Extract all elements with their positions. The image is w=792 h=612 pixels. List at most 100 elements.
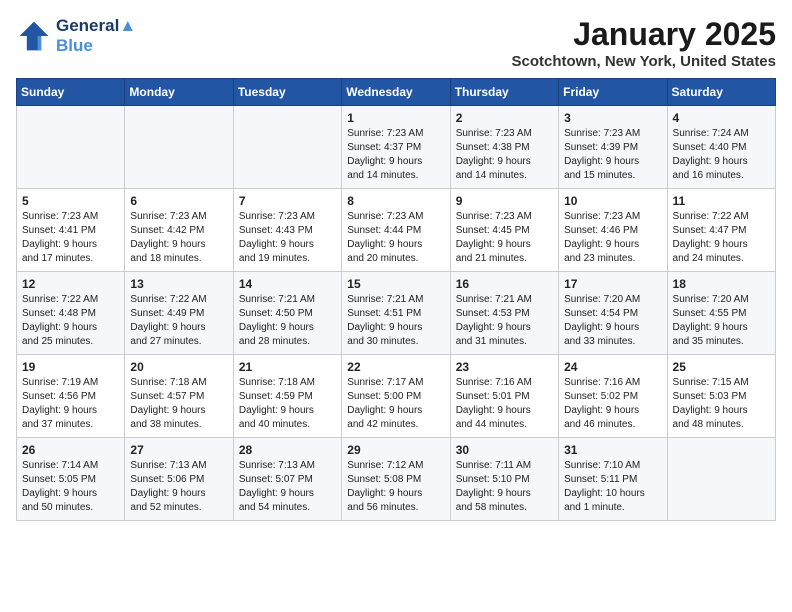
calendar-cell: 26Sunrise: 7:14 AM Sunset: 5:05 PM Dayli…	[17, 438, 125, 521]
calendar-cell: 24 Sunrise: 7:16 AM Sunset: 5:02 PM Dayli…	[559, 355, 667, 438]
day-number: 6	[130, 194, 227, 208]
calendar-cell	[125, 106, 233, 189]
week-row-1: 1 Sunrise: 7:23 AM Sunset: 4:37 PM Daylig…	[17, 106, 776, 189]
calendar-cell: 23Sunrise: 7:16 AM Sunset: 5:01 PM Dayli…	[450, 355, 558, 438]
day-number: 1	[347, 111, 444, 125]
day-info: Sunrise: 7:23 AM Sunset: 4:39 PM Dayligh…	[564, 127, 661, 183]
day-header-sunday: Sunday	[17, 79, 125, 106]
calendar-cell: 9 Sunrise: 7:23 AM Sunset: 4:45 PM Daylig…	[450, 189, 558, 272]
day-info: Sunrise: 7:17 AM Sunset: 5:00 PM Dayligh…	[347, 376, 444, 432]
day-info: Sunrise: 7:20 AM Sunset: 4:55 PM Dayligh…	[673, 293, 770, 349]
day-number: 30	[456, 443, 553, 457]
page-header: General▲ Blue January 2025 Scotchtown, N…	[16, 16, 776, 70]
calendar-cell: 28Sunrise: 7:13 AM Sunset: 5:07 PM Dayli…	[233, 438, 341, 521]
calendar-cell: 5 Sunrise: 7:23 AM Sunset: 4:41 PM Daylig…	[17, 189, 125, 272]
calendar-cell: 25Sunrise: 7:15 AM Sunset: 5:03 PM Dayli…	[667, 355, 775, 438]
calendar-cell: 29 Sunrise: 7:12 AM Sunset: 5:08 PM Dayli…	[342, 438, 450, 521]
day-info: Sunrise: 7:16 AM Sunset: 5:02 PM Dayligh…	[564, 376, 661, 432]
calendar-cell: 2 Sunrise: 7:23 AM Sunset: 4:38 PM Daylig…	[450, 106, 558, 189]
day-header-friday: Friday	[559, 79, 667, 106]
day-number: 29	[347, 443, 444, 457]
day-number: 4	[673, 111, 770, 125]
calendar-cell: 20Sunrise: 7:18 AM Sunset: 4:57 PM Dayli…	[125, 355, 233, 438]
week-row-5: 26Sunrise: 7:14 AM Sunset: 5:05 PM Dayli…	[17, 438, 776, 521]
day-number: 13	[130, 277, 227, 291]
calendar-cell	[667, 438, 775, 521]
day-info: Sunrise: 7:23 AM Sunset: 4:41 PM Dayligh…	[22, 210, 119, 266]
logo: General▲ Blue	[16, 16, 136, 55]
calendar-cell: 27 Sunrise: 7:13 AM Sunset: 5:06 PM Dayli…	[125, 438, 233, 521]
month-title: January 2025	[512, 16, 777, 53]
day-number: 25	[673, 360, 770, 374]
day-info: Sunrise: 7:18 AM Sunset: 4:59 PM Dayligh…	[239, 376, 336, 432]
calendar-cell: 6 Sunrise: 7:23 AM Sunset: 4:42 PM Daylig…	[125, 189, 233, 272]
day-number: 17	[564, 277, 661, 291]
day-info: Sunrise: 7:23 AM Sunset: 4:42 PM Dayligh…	[130, 210, 227, 266]
day-number: 14	[239, 277, 336, 291]
day-number: 15	[347, 277, 444, 291]
day-number: 8	[347, 194, 444, 208]
calendar-cell: 16Sunrise: 7:21 AM Sunset: 4:53 PM Dayli…	[450, 272, 558, 355]
day-info: Sunrise: 7:12 AM Sunset: 5:08 PM Dayligh…	[347, 459, 444, 515]
day-info: Sunrise: 7:18 AM Sunset: 4:57 PM Dayligh…	[130, 376, 227, 432]
day-header-monday: Monday	[125, 79, 233, 106]
day-header-wednesday: Wednesday	[342, 79, 450, 106]
calendar-cell	[17, 106, 125, 189]
day-number: 23	[456, 360, 553, 374]
calendar-cell: 1 Sunrise: 7:23 AM Sunset: 4:37 PM Daylig…	[342, 106, 450, 189]
calendar-cell: 30Sunrise: 7:11 AM Sunset: 5:10 PM Dayli…	[450, 438, 558, 521]
day-number: 9	[456, 194, 553, 208]
calendar-cell: 14Sunrise: 7:21 AM Sunset: 4:50 PM Dayli…	[233, 272, 341, 355]
day-info: Sunrise: 7:21 AM Sunset: 4:51 PM Dayligh…	[347, 293, 444, 349]
day-header-thursday: Thursday	[450, 79, 558, 106]
calendar-cell: 10 Sunrise: 7:23 AM Sunset: 4:46 PM Dayli…	[559, 189, 667, 272]
day-info: Sunrise: 7:23 AM Sunset: 4:43 PM Dayligh…	[239, 210, 336, 266]
day-info: Sunrise: 7:23 AM Sunset: 4:45 PM Dayligh…	[456, 210, 553, 266]
day-number: 24	[564, 360, 661, 374]
day-number: 26	[22, 443, 119, 457]
calendar-cell: 21Sunrise: 7:18 AM Sunset: 4:59 PM Dayli…	[233, 355, 341, 438]
day-info: Sunrise: 7:22 AM Sunset: 4:49 PM Dayligh…	[130, 293, 227, 349]
day-number: 7	[239, 194, 336, 208]
day-number: 18	[673, 277, 770, 291]
day-number: 12	[22, 277, 119, 291]
day-info: Sunrise: 7:24 AM Sunset: 4:40 PM Dayligh…	[673, 127, 770, 183]
day-info: Sunrise: 7:10 AM Sunset: 5:11 PM Dayligh…	[564, 459, 661, 515]
calendar-cell	[233, 106, 341, 189]
calendar-cell: 31 Sunrise: 7:10 AM Sunset: 5:11 PM Dayli…	[559, 438, 667, 521]
day-header-saturday: Saturday	[667, 79, 775, 106]
day-info: Sunrise: 7:23 AM Sunset: 4:38 PM Dayligh…	[456, 127, 553, 183]
day-number: 10	[564, 194, 661, 208]
day-number: 5	[22, 194, 119, 208]
location: Scotchtown, New York, United States	[512, 53, 777, 70]
calendar-cell: 7 Sunrise: 7:23 AM Sunset: 4:43 PM Daylig…	[233, 189, 341, 272]
calendar-cell: 15 Sunrise: 7:21 AM Sunset: 4:51 PM Dayli…	[342, 272, 450, 355]
calendar-cell: 11Sunrise: 7:22 AM Sunset: 4:47 PM Dayli…	[667, 189, 775, 272]
day-info: Sunrise: 7:23 AM Sunset: 4:44 PM Dayligh…	[347, 210, 444, 266]
week-row-3: 12 Sunrise: 7:22 AM Sunset: 4:48 PM Dayli…	[17, 272, 776, 355]
day-info: Sunrise: 7:21 AM Sunset: 4:53 PM Dayligh…	[456, 293, 553, 349]
day-info: Sunrise: 7:19 AM Sunset: 4:56 PM Dayligh…	[22, 376, 119, 432]
calendar-cell: 8 Sunrise: 7:23 AM Sunset: 4:44 PM Daylig…	[342, 189, 450, 272]
day-header-tuesday: Tuesday	[233, 79, 341, 106]
week-row-2: 5 Sunrise: 7:23 AM Sunset: 4:41 PM Daylig…	[17, 189, 776, 272]
day-info: Sunrise: 7:22 AM Sunset: 4:48 PM Dayligh…	[22, 293, 119, 349]
calendar-cell: 13 Sunrise: 7:22 AM Sunset: 4:49 PM Dayli…	[125, 272, 233, 355]
day-info: Sunrise: 7:22 AM Sunset: 4:47 PM Dayligh…	[673, 210, 770, 266]
day-info: Sunrise: 7:20 AM Sunset: 4:54 PM Dayligh…	[564, 293, 661, 349]
days-header-row: SundayMondayTuesdayWednesdayThursdayFrid…	[17, 79, 776, 106]
calendar-cell: 17 Sunrise: 7:20 AM Sunset: 4:54 PM Dayli…	[559, 272, 667, 355]
day-number: 31	[564, 443, 661, 457]
calendar-cell: 19Sunrise: 7:19 AM Sunset: 4:56 PM Dayli…	[17, 355, 125, 438]
logo-icon	[16, 18, 52, 54]
day-info: Sunrise: 7:13 AM Sunset: 5:07 PM Dayligh…	[239, 459, 336, 515]
day-number: 27	[130, 443, 227, 457]
day-info: Sunrise: 7:13 AM Sunset: 5:06 PM Dayligh…	[130, 459, 227, 515]
calendar-cell: 4 Sunrise: 7:24 AM Sunset: 4:40 PM Daylig…	[667, 106, 775, 189]
logo-text: General▲ Blue	[56, 16, 136, 55]
day-number: 2	[456, 111, 553, 125]
calendar-cell: 22 Sunrise: 7:17 AM Sunset: 5:00 PM Dayli…	[342, 355, 450, 438]
day-info: Sunrise: 7:23 AM Sunset: 4:37 PM Dayligh…	[347, 127, 444, 183]
day-number: 22	[347, 360, 444, 374]
day-info: Sunrise: 7:23 AM Sunset: 4:46 PM Dayligh…	[564, 210, 661, 266]
